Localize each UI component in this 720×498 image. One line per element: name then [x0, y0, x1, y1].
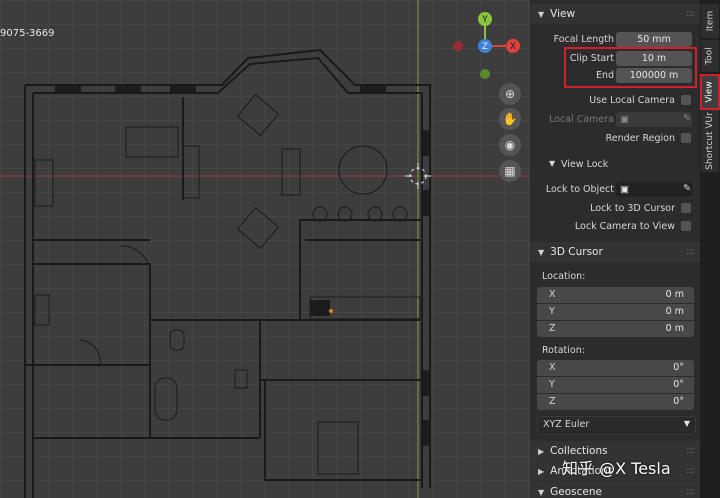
zoom-icon[interactable]: ⊕	[499, 83, 521, 105]
view-lock-subheader[interactable]: ▼ View Lock	[530, 157, 700, 173]
sidebar-tabs: Item Tool View Shortcut VUr	[700, 0, 720, 498]
gizmo-y-label: Y	[481, 15, 488, 25]
watermark-text: 知乎 @X Tesla	[562, 459, 671, 478]
3d-cursor-header-label: 3D Cursor	[550, 246, 603, 258]
drag-grip-icon[interactable]: ::::	[686, 9, 695, 19]
axis-value: 0 m	[665, 306, 684, 317]
drag-grip-icon[interactable]: ::::	[686, 247, 695, 257]
geoscene-header-label: Geoscene	[550, 486, 602, 498]
lock-to-object-label: Lock to Object	[545, 184, 614, 195]
axis-label: X	[549, 289, 556, 300]
3d-viewport[interactable]: 9075-3669 Y X Z ⊕ ✋ ◉ ▦	[0, 0, 530, 498]
use-local-camera-row: Use Local Camera	[530, 92, 700, 110]
render-region-label: Render Region	[605, 133, 675, 144]
hand-icon[interactable]: ✋	[499, 108, 521, 130]
render-region-row: Render Region	[530, 130, 700, 148]
tab-view-label: View	[705, 81, 716, 103]
rotation-x-field[interactable]: X 0°	[537, 360, 694, 376]
local-camera-label: Local Camera	[549, 114, 614, 125]
render-region-checkbox[interactable]	[681, 133, 691, 143]
lock-to-object-field[interactable]: ▣	[616, 182, 692, 197]
lock-camera-to-view-row: Lock Camera to View	[530, 218, 700, 236]
rotation-label: Rotation:	[542, 345, 585, 356]
rotation-mode-dropdown[interactable]: XYZ Euler ▼	[537, 416, 696, 435]
collapse-arrow-icon: ▶	[538, 446, 545, 456]
lock-to-3d-cursor-label: Lock to 3D Cursor	[590, 203, 675, 214]
collapse-arrow-icon: ▼	[538, 9, 545, 19]
tab-item[interactable]: Item	[701, 4, 719, 38]
location-x-field[interactable]: X 0 m	[537, 287, 694, 303]
location-z-field[interactable]: Z 0 m	[537, 321, 694, 337]
axis-label: X	[549, 362, 556, 373]
use-local-camera-checkbox[interactable]	[681, 95, 691, 105]
gizmo-x-label: X	[510, 42, 516, 52]
sidebar-n-panel: ▼ View:::: Focal Length 50 mm Clip Start …	[530, 0, 700, 498]
collapse-arrow-icon: ▼	[538, 247, 545, 257]
collapse-arrow-icon: ▼	[538, 487, 545, 497]
gizmo-z-label: Z	[482, 42, 488, 52]
axis-label: Y	[549, 306, 555, 317]
tab-tool[interactable]: Tool	[701, 40, 719, 72]
tab-tool-label: Tool	[704, 47, 715, 65]
axis-value: 0°	[673, 379, 684, 390]
focal-length-label: Focal Length	[553, 34, 614, 45]
view-header-label: View	[550, 8, 576, 20]
tab-view[interactable]: View	[700, 74, 720, 110]
navigation-gizmo[interactable]: Y X Z	[445, 8, 525, 88]
object-icon: ▣	[620, 184, 629, 195]
use-local-camera-label: Use Local Camera	[589, 95, 675, 106]
location-label: Location:	[542, 271, 586, 282]
axis-label: Z	[549, 323, 556, 334]
local-camera-row: Local Camera ▣ ✎	[530, 111, 700, 129]
lock-camera-to-view-label: Lock Camera to View	[574, 221, 675, 232]
local-camera-field[interactable]: ▣	[616, 112, 692, 127]
lock-camera-to-view-checkbox[interactable]	[681, 221, 691, 231]
collapse-arrow-icon: ▼	[549, 159, 556, 168]
camera-icon[interactable]: ◉	[499, 134, 521, 156]
axis-label: Z	[549, 396, 556, 407]
axis-value: 0 m	[665, 323, 684, 334]
axis-value: 0 m	[665, 289, 684, 300]
focal-length-field[interactable]: 50 mm	[616, 32, 692, 47]
drag-grip-icon[interactable]: ::::	[686, 487, 695, 497]
tab-item-label: Item	[705, 10, 715, 32]
lock-to-3d-cursor-row: Lock to 3D Cursor	[530, 200, 700, 218]
location-y-field[interactable]: Y 0 m	[537, 304, 694, 320]
drag-grip-icon[interactable]: ::::	[686, 446, 695, 456]
axis-label: Y	[549, 379, 555, 390]
view-lock-label: View Lock	[561, 159, 609, 170]
rotation-y-field[interactable]: Y 0°	[537, 377, 694, 393]
chevron-down-icon: ▼	[683, 419, 690, 428]
geoscene-panel-header[interactable]: ▼ Geoscene::::	[530, 482, 700, 498]
lock-to-3d-cursor-checkbox[interactable]	[681, 203, 691, 213]
viewport-info-text: 9075-3669	[0, 28, 55, 39]
object-icon: ▣	[620, 114, 629, 125]
drag-grip-icon[interactable]: ::::	[686, 466, 695, 476]
axis-value: 0°	[673, 362, 684, 373]
eyedropper-icon[interactable]: ✎	[683, 113, 691, 124]
tab-shortcut-label: Shortcut VUr	[705, 112, 716, 170]
rotation-z-field[interactable]: Z 0°	[537, 394, 694, 410]
grid-icon[interactable]: ▦	[499, 160, 521, 182]
tab-shortcut-vur[interactable]: Shortcut VUr	[701, 110, 719, 172]
collapse-arrow-icon: ▶	[538, 466, 545, 476]
lock-to-object-row: Lock to Object ▣ ✎	[530, 181, 700, 199]
view-panel-header[interactable]: ▼ View::::	[530, 4, 700, 24]
axis-value: 0°	[673, 396, 684, 407]
highlight-box	[564, 47, 697, 88]
3d-cursor-panel-header[interactable]: ▼ 3D Cursor::::	[530, 242, 700, 262]
eyedropper-icon[interactable]: ✎	[683, 183, 691, 194]
rotation-mode-value: XYZ Euler	[543, 419, 590, 430]
